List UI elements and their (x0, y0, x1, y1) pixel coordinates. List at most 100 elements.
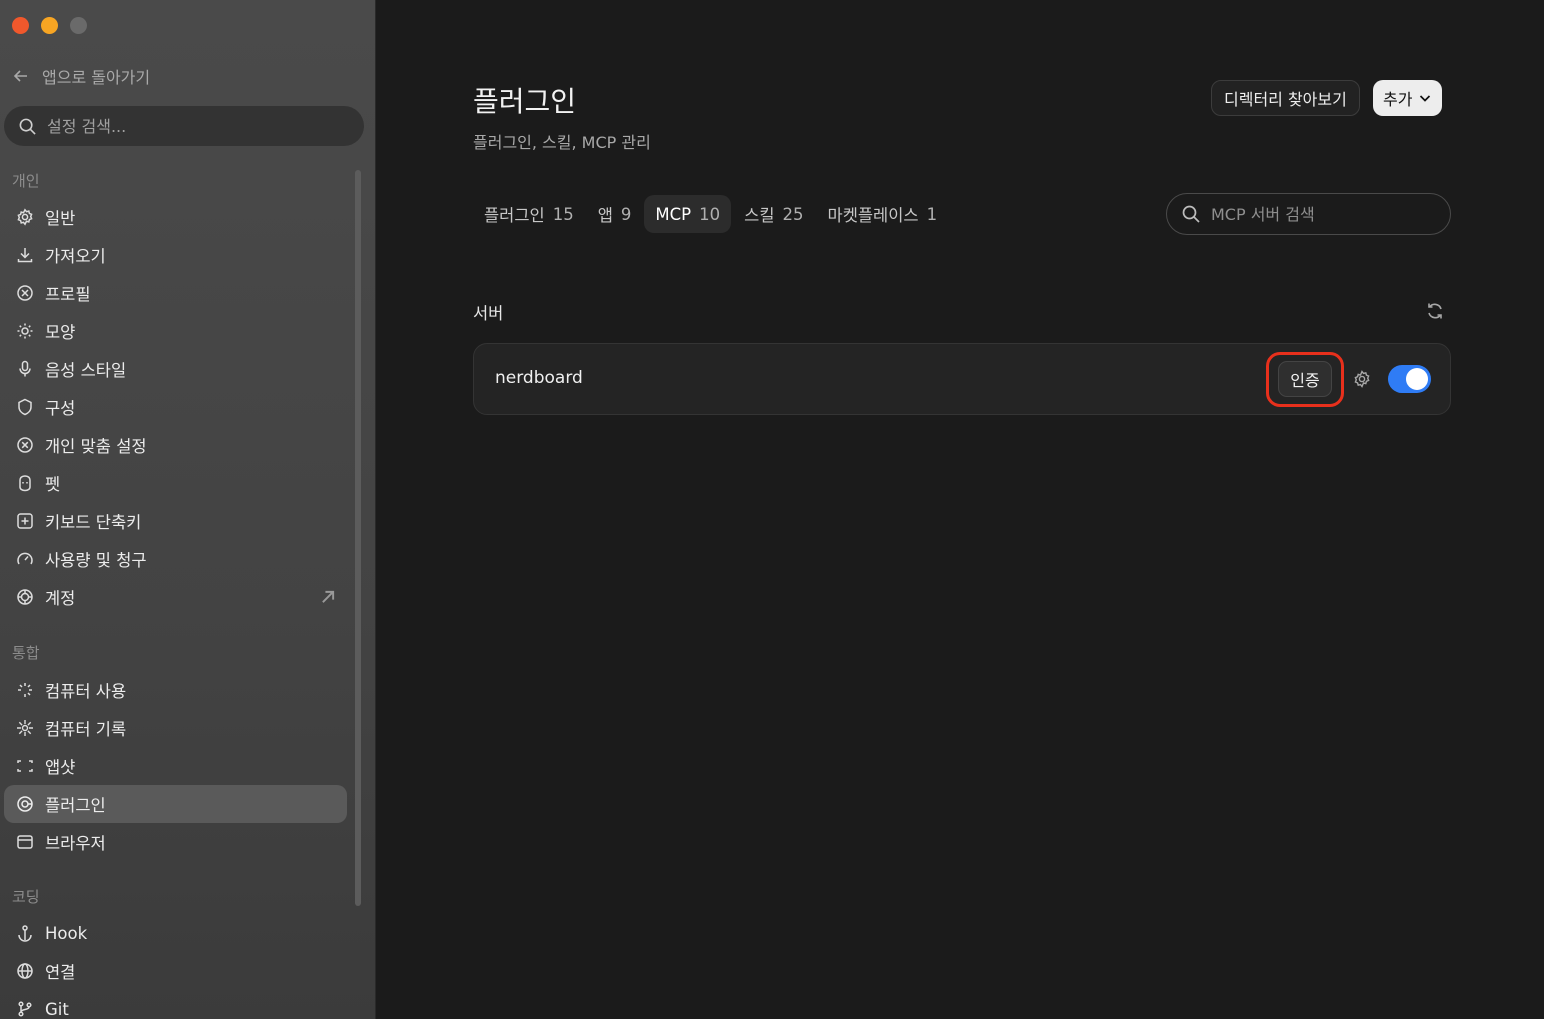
main-panel: 플러그인 플러그인, 스킬, MCP 관리 디렉터리 찾아보기 추가 플러그인 … (377, 0, 1544, 1019)
sidebar-item-label: 계정 (45, 589, 76, 608)
anchor-icon (18, 925, 32, 942)
tab-plugins[interactable]: 플러그인 15 (473, 195, 585, 233)
sidebar-item-configuration[interactable]: 구성 (4, 388, 347, 426)
gauge-icon (17, 552, 33, 565)
tab-count: 10 (699, 204, 721, 224)
sidebar-item-label: Hook (45, 923, 88, 943)
browser-icon (17, 835, 33, 849)
tab-apps[interactable]: 앱 9 (587, 195, 643, 233)
sidebar-item-keyboard-shortcuts[interactable]: 키보드 단축키 (4, 502, 347, 540)
section-integration: 통합 (12, 644, 40, 662)
profile-icon (17, 285, 33, 301)
sidebar-item-profile[interactable]: 프로필 (4, 274, 347, 312)
mcp-server-search[interactable] (1166, 193, 1451, 235)
settings-search[interactable] (4, 106, 364, 146)
sparkle-icon (18, 683, 32, 697)
sidebar-item-label: 모양 (45, 323, 76, 342)
arrow-left-icon (13, 70, 27, 82)
minimize-window-button[interactable] (41, 17, 58, 34)
back-to-app-link[interactable]: 앱으로 돌아가기 (12, 64, 150, 88)
sidebar-item-computer-history[interactable]: 컴퓨터 기록 (4, 709, 347, 747)
sidebar-item-label: 연결 (45, 963, 76, 982)
coding-nav: Hook 연결 Git (0, 914, 350, 1019)
tab-marketplace[interactable]: 마켓플레이스 1 (817, 195, 949, 233)
sidebar-item-label: 플러그인 (45, 796, 106, 815)
maximize-window-button[interactable] (70, 17, 87, 34)
tab-label: 스킬 (744, 206, 775, 225)
screenshot-icon (17, 760, 33, 772)
add-button-label: 추가 (1383, 90, 1413, 109)
tab-skills[interactable]: 스킬 25 (733, 195, 814, 233)
sidebar-item-account[interactable]: 계정 (4, 578, 347, 616)
personal-nav: 일반 가져오기 프로필 모양 음성 스타일 구성 개인 맞춤 설정 펫 키보드 … (0, 198, 350, 616)
authenticate-button[interactable]: 인증 (1278, 361, 1332, 397)
personalize-icon (17, 437, 33, 453)
gear-icon (17, 208, 33, 226)
sidebar-item-label: 펫 (45, 475, 61, 494)
sidebar-item-label: 컴퓨터 기록 (45, 720, 127, 739)
browse-directory-button[interactable]: 디렉터리 찾아보기 (1211, 80, 1360, 116)
sidebar-item-usage-billing[interactable]: 사용량 및 청구 (4, 540, 347, 578)
integration-nav: 컴퓨터 사용 컴퓨터 기록 앱샷 플러그인 브라우저 (0, 671, 350, 861)
section-coding: 코딩 (12, 888, 40, 906)
globe-icon (17, 963, 33, 979)
sidebar-item-label: 구성 (45, 399, 76, 418)
servers-heading: 서버 (473, 304, 504, 323)
sidebar-item-label: 개인 맞춤 설정 (45, 437, 147, 456)
sidebar-item-git[interactable]: Git (4, 990, 347, 1019)
sidebar-item-label: Git (45, 999, 69, 1019)
tab-mcp[interactable]: MCP 10 (644, 195, 732, 233)
sidebar-item-label: 일반 (45, 209, 76, 228)
sidebar-scrollbar[interactable] (355, 170, 361, 906)
sidebar-item-voice-style[interactable]: 음성 스타일 (4, 350, 347, 388)
window-controls (12, 17, 87, 34)
sidebar-item-general[interactable]: 일반 (4, 198, 347, 236)
settings-search-input[interactable] (47, 116, 337, 136)
sidebar-item-plugins[interactable]: 플러그인 (4, 785, 347, 823)
chevron-down-icon (1420, 95, 1431, 102)
tab-label: 플러그인 (484, 206, 545, 225)
download-icon (17, 248, 33, 263)
tab-bar: 플러그인 15 앱 9 MCP 10 스킬 25 마켓플레이스 1 (473, 195, 948, 233)
sidebar-item-appshot[interactable]: 앱샷 (4, 747, 347, 785)
page-title: 플러그인 (473, 85, 577, 118)
sun-icon (17, 323, 33, 339)
microphone-icon (19, 360, 31, 377)
sidebar-item-label: 브라우저 (45, 834, 106, 853)
server-name: nerdboard (495, 368, 583, 388)
tab-count: 25 (782, 204, 804, 224)
tab-count: 1 (926, 204, 938, 224)
pet-icon (19, 475, 31, 492)
tab-label: 마켓플레이스 (827, 206, 919, 225)
add-button[interactable]: 추가 (1373, 80, 1443, 116)
tab-label: 앱 (597, 206, 613, 225)
mcp-search-input[interactable] (1211, 204, 1441, 224)
page-subtitle: 플러그인, 스킬, MCP 관리 (473, 133, 651, 152)
shield-icon (18, 398, 32, 416)
sidebar-item-pet[interactable]: 펫 (4, 464, 347, 502)
toggle-knob (1406, 368, 1428, 390)
sidebar-item-computer-use[interactable]: 컴퓨터 사용 (4, 671, 347, 709)
close-window-button[interactable] (12, 17, 29, 34)
refresh-icon[interactable] (1425, 301, 1445, 321)
sidebar-item-browser[interactable]: 브라우저 (4, 823, 347, 861)
keyboard-icon (17, 513, 33, 529)
sidebar-item-hook[interactable]: Hook (4, 914, 347, 952)
git-branch-icon (18, 1001, 32, 1017)
sidebar-item-label: 앱샷 (45, 758, 76, 777)
sidebar-item-label: 가져오기 (45, 247, 106, 266)
sidebar-item-connections[interactable]: 연결 (4, 952, 347, 990)
server-row: nerdboard 인증 (473, 343, 1451, 415)
sidebar-item-appearance[interactable]: 모양 (4, 312, 347, 350)
sidebar-item-personalization[interactable]: 개인 맞춤 설정 (4, 426, 347, 464)
account-icon (17, 589, 33, 605)
sidebar-item-label: 컴퓨터 사용 (45, 682, 127, 701)
server-settings-gear-icon[interactable] (1352, 369, 1372, 389)
sidebar-item-label: 사용량 및 청구 (45, 551, 147, 570)
server-enabled-toggle[interactable] (1388, 365, 1431, 393)
sidebar-item-label: 음성 스타일 (45, 361, 127, 380)
search-icon (19, 118, 36, 135)
sidebar-item-import[interactable]: 가져오기 (4, 236, 347, 274)
sidebar-item-label: 프로필 (45, 285, 91, 304)
tab-count: 9 (620, 204, 632, 224)
